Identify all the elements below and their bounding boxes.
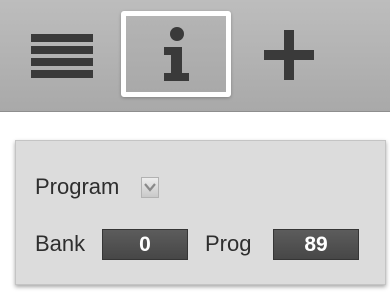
bank-label: Bank <box>35 231 86 256</box>
toolbar <box>0 0 390 112</box>
info-button[interactable] <box>121 11 231 97</box>
list-icon <box>31 34 93 78</box>
program-dropdown[interactable] <box>141 177 159 198</box>
prog-label: Prog <box>205 231 252 256</box>
program-label: Program <box>35 174 120 199</box>
chevron-down-icon <box>144 183 156 192</box>
plus-icon <box>264 30 314 80</box>
bank-value-field[interactable]: 0 <box>102 229 188 260</box>
info-icon <box>161 26 191 82</box>
prog-value-field[interactable]: 89 <box>273 229 359 260</box>
list-view-button[interactable] <box>26 26 98 86</box>
add-button[interactable] <box>254 22 324 88</box>
program-panel: Program Bank 0 Prog 89 <box>15 140 386 285</box>
